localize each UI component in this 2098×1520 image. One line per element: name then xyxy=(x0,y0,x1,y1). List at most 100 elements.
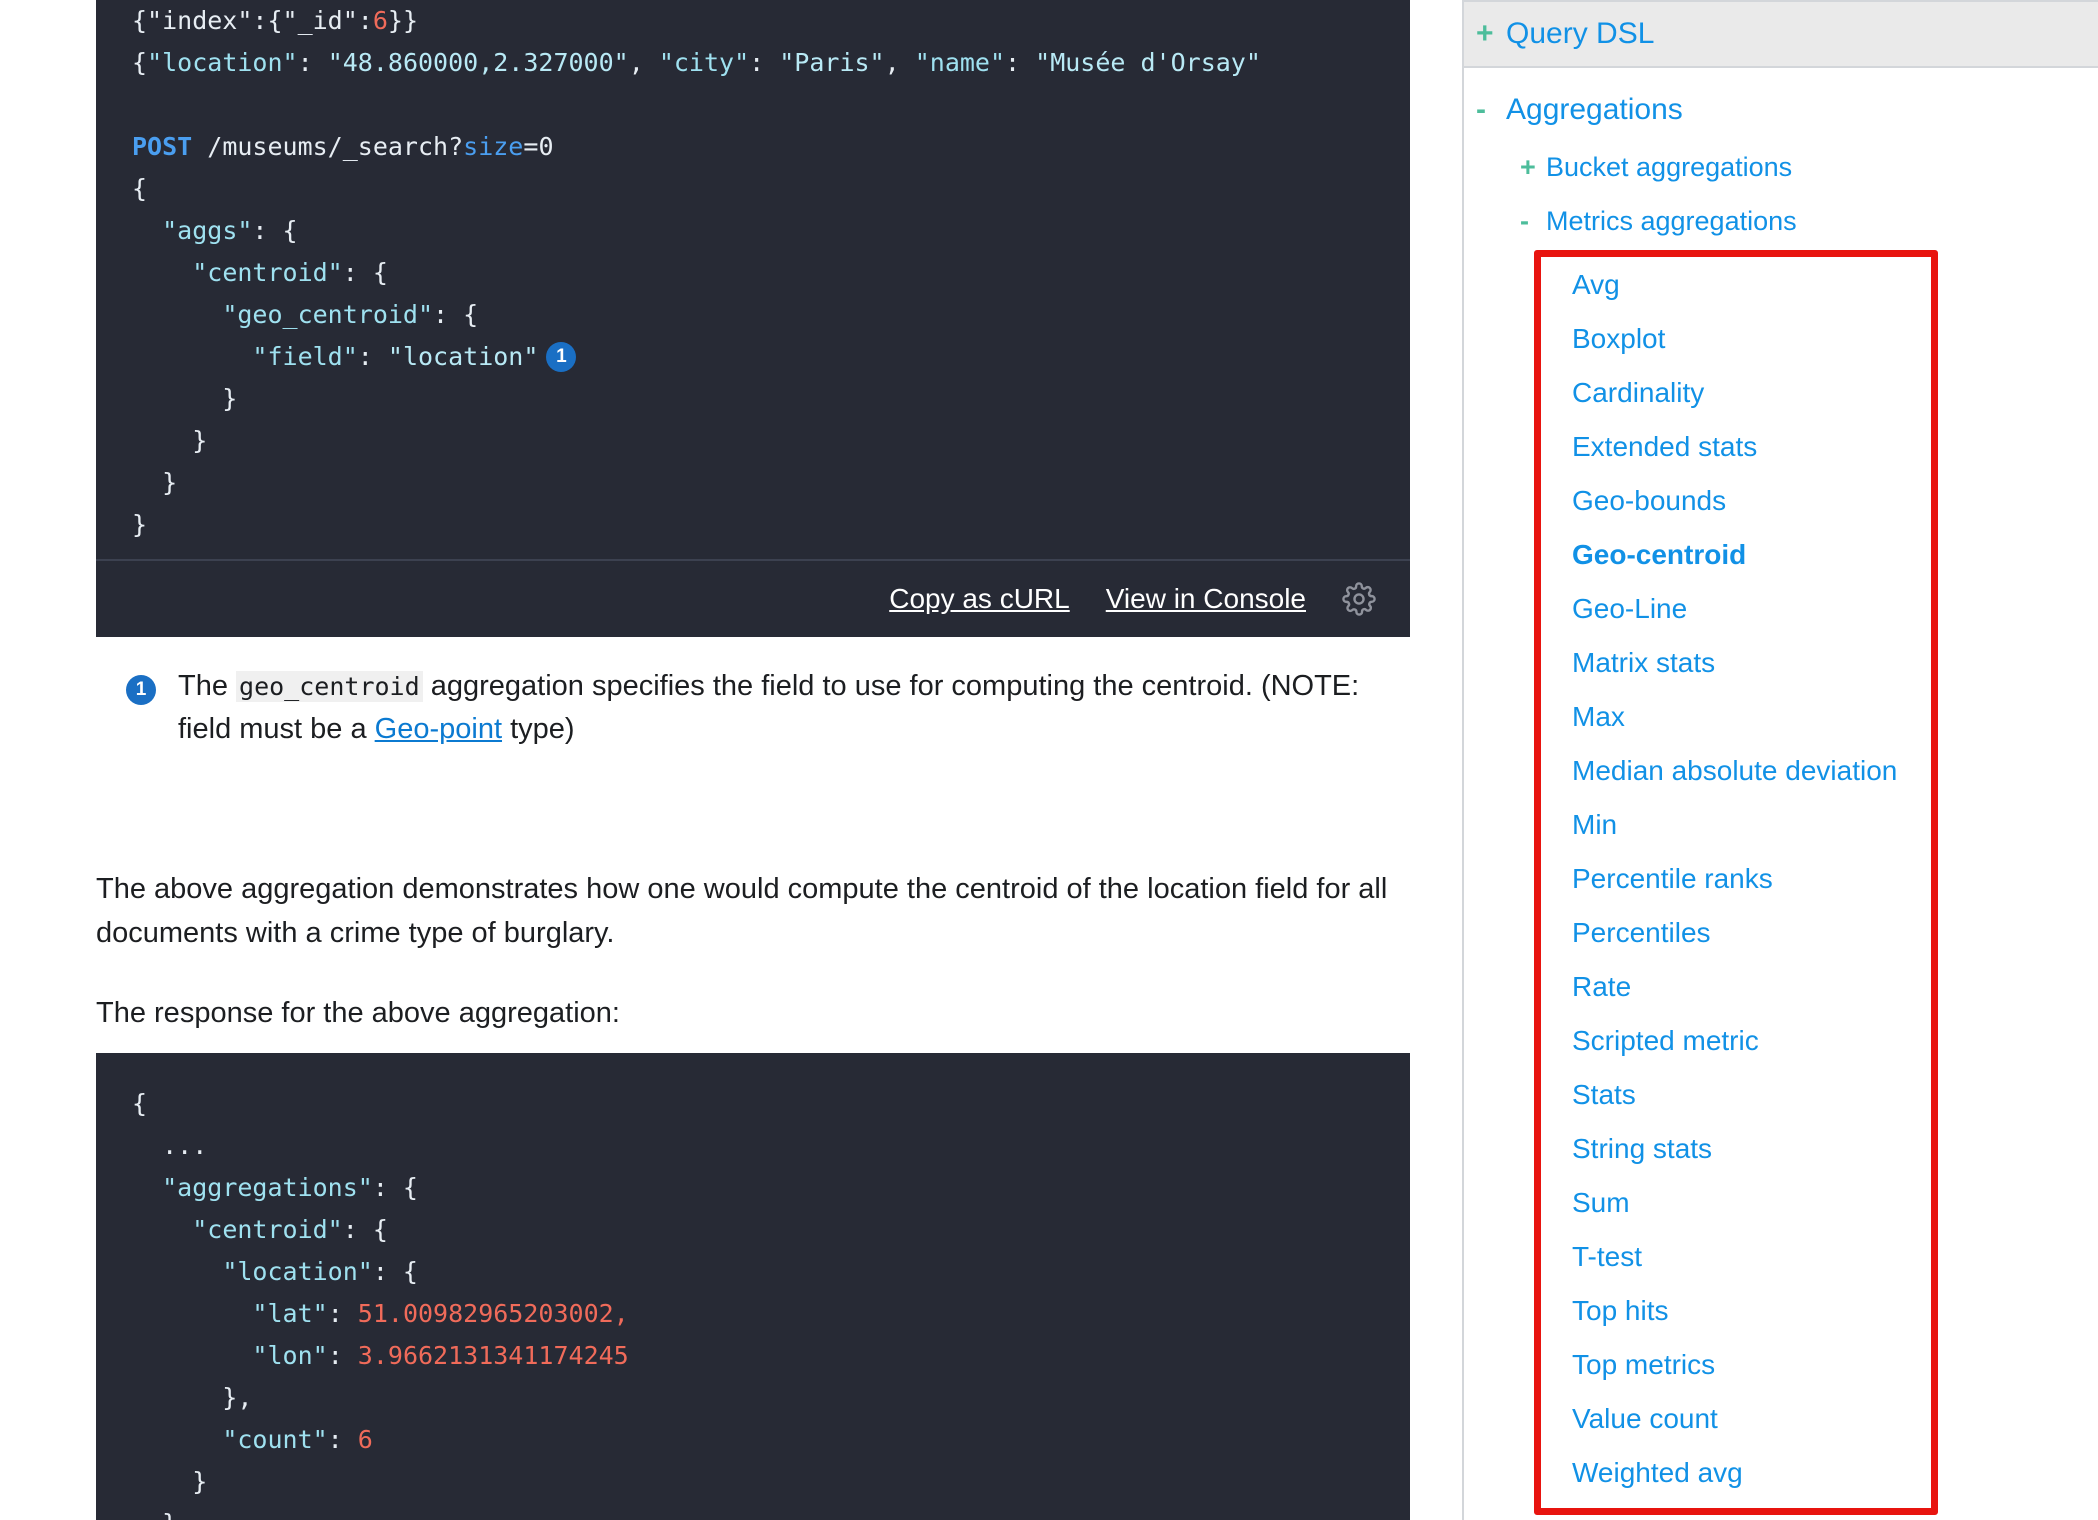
sidebar-label-query-dsl: Query DSL xyxy=(1506,19,1654,49)
code-token: : { xyxy=(252,216,297,245)
code-line: ... xyxy=(132,1125,1410,1167)
callout-inline-code: geo_centroid xyxy=(236,671,423,702)
collapse-minus-icon[interactable]: - xyxy=(1476,95,1506,125)
code-token: "aggs" xyxy=(162,216,252,245)
code-line: } xyxy=(132,378,1410,420)
request-code-text[interactable]: {"index":{"_id":6}}{"location": "48.8600… xyxy=(132,0,1410,546)
code-line: } xyxy=(132,462,1410,504)
code-token: : xyxy=(328,1341,358,1370)
code-token: { xyxy=(132,48,147,77)
metrics-item-geo-line[interactable]: Geo-Line xyxy=(1572,582,1992,636)
code-token: }} xyxy=(388,6,418,35)
code-line: } xyxy=(132,504,1410,546)
metrics-item-top-hits[interactable]: Top hits xyxy=(1572,1284,1992,1338)
request-code-block: {"index":{"_id":6}}{"location": "48.8600… xyxy=(96,0,1410,637)
sidebar-label-bucket-aggregations: Bucket aggregations xyxy=(1546,154,1792,181)
code-token: 6 xyxy=(358,1425,373,1454)
code-token: "field" xyxy=(252,342,357,371)
documentation-page: {"index":{"_id":6}}{"location": "48.8600… xyxy=(0,0,2098,1520)
code-line: "centroid": { xyxy=(132,1209,1410,1251)
metrics-item-top-metrics[interactable]: Top metrics xyxy=(1572,1338,1992,1392)
expand-plus-icon[interactable]: + xyxy=(1520,154,1546,181)
code-token xyxy=(132,1257,222,1286)
metrics-item-value-count[interactable]: Value count xyxy=(1572,1392,1992,1446)
callout-note-text: The geo_centroid aggregation specifies t… xyxy=(178,665,1406,750)
code-token: 6 xyxy=(373,6,388,35)
code-line: }, xyxy=(132,1377,1410,1419)
code-token: : xyxy=(358,342,388,371)
code-line: "lat": 51.00982965203002, xyxy=(132,1293,1410,1335)
metrics-item-extended-stats[interactable]: Extended stats xyxy=(1572,420,1992,474)
metrics-item-percentile-ranks[interactable]: Percentile ranks xyxy=(1572,852,1992,906)
code-token: "Musée d'Orsay" xyxy=(1035,48,1261,77)
code-token: {"index":{"_id": xyxy=(132,6,373,35)
code-token: 3.9662131341174245 xyxy=(358,1341,629,1370)
code-line: { xyxy=(132,168,1410,210)
code-token: "centroid" xyxy=(192,258,343,287)
metrics-item-matrix-stats[interactable]: Matrix stats xyxy=(1572,636,1992,690)
code-token: : { xyxy=(373,1173,418,1202)
code-line: { xyxy=(132,1083,1410,1125)
metrics-item-max[interactable]: Max xyxy=(1572,690,1992,744)
code-callout-badge: 1 xyxy=(546,342,576,372)
metrics-item-stats[interactable]: Stats xyxy=(1572,1068,1992,1122)
response-code-text[interactable]: { ... "aggregations": { "centroid": { "l… xyxy=(132,1083,1410,1520)
metrics-item-cardinality[interactable]: Cardinality xyxy=(1572,366,1992,420)
code-token: : { xyxy=(433,300,478,329)
code-token: "city" xyxy=(659,48,749,77)
metrics-item-median-absolute-deviation[interactable]: Median absolute deviation xyxy=(1572,744,1992,798)
code-line: "count": 6 xyxy=(132,1419,1410,1461)
code-token: : xyxy=(328,1299,358,1328)
code-token xyxy=(132,300,222,329)
metrics-item-avg[interactable]: Avg xyxy=(1572,258,1992,312)
metrics-item-string-stats[interactable]: String stats xyxy=(1572,1122,1992,1176)
sidebar-item-query-dsl[interactable]: + Query DSL xyxy=(1464,0,2098,68)
sidebar-label-metrics-aggregations: Metrics aggregations xyxy=(1546,208,1797,235)
code-token xyxy=(132,1425,222,1454)
code-token xyxy=(132,1215,192,1244)
sidebar-item-aggregations[interactable]: - Aggregations xyxy=(1476,95,1683,125)
code-token: 51.00982965203002 xyxy=(358,1299,614,1328)
code-token: } xyxy=(132,1509,177,1520)
collapse-minus-icon[interactable]: - xyxy=(1520,208,1546,235)
code-token: "name" xyxy=(915,48,1005,77)
code-line: POST /museums/_search?size=0 xyxy=(132,126,1410,168)
code-token: { xyxy=(132,1089,147,1118)
code-token xyxy=(132,216,162,245)
code-line xyxy=(132,84,1410,126)
code-token: size xyxy=(463,132,523,161)
metrics-item-rate[interactable]: Rate xyxy=(1572,960,1992,1014)
code-token: : { xyxy=(343,258,388,287)
expand-plus-icon[interactable]: + xyxy=(1476,19,1506,49)
sidebar-navigation: + Query DSL - Aggregations + Bucket aggr… xyxy=(1462,0,2098,1520)
sidebar-item-metrics-aggregations[interactable]: - Metrics aggregations xyxy=(1520,208,1797,235)
metrics-item-boxplot[interactable]: Boxplot xyxy=(1572,312,1992,366)
code-line: "field": "location"1 xyxy=(132,336,1410,378)
geo-point-link[interactable]: Geo-point xyxy=(375,713,502,745)
code-block-toolbar: Copy as cURL View in Console xyxy=(96,559,1410,637)
code-token: }, xyxy=(132,1383,252,1412)
metrics-item-geo-centroid[interactable]: Geo-centroid xyxy=(1572,528,1992,582)
code-token: } xyxy=(132,510,147,539)
metrics-item-sum[interactable]: Sum xyxy=(1572,1176,1992,1230)
code-token: { xyxy=(132,174,147,203)
gear-icon[interactable] xyxy=(1342,582,1376,616)
callout-text-after: type) xyxy=(502,713,575,745)
view-in-console-button[interactable]: View in Console xyxy=(1106,583,1306,615)
metrics-item-weighted-avg[interactable]: Weighted avg xyxy=(1572,1446,1992,1500)
request-code-body: {"index":{"_id":6}}{"location": "48.8600… xyxy=(96,0,1410,546)
metrics-item-geo-bounds[interactable]: Geo-bounds xyxy=(1572,474,1992,528)
metrics-item-t-test[interactable]: T-test xyxy=(1572,1230,1992,1284)
code-token: "location" xyxy=(147,48,298,77)
sidebar-item-bucket-aggregations[interactable]: + Bucket aggregations xyxy=(1520,154,1792,181)
code-token: : xyxy=(749,48,779,77)
code-token: "location" xyxy=(388,342,539,371)
code-token xyxy=(132,1299,252,1328)
code-token: "aggregations" xyxy=(162,1173,373,1202)
copy-as-curl-button[interactable]: Copy as cURL xyxy=(889,583,1070,615)
code-line: } xyxy=(132,1461,1410,1503)
metrics-item-scripted-metric[interactable]: Scripted metric xyxy=(1572,1014,1992,1068)
metrics-item-min[interactable]: Min xyxy=(1572,798,1992,852)
code-line: "centroid": { xyxy=(132,252,1410,294)
metrics-item-percentiles[interactable]: Percentiles xyxy=(1572,906,1992,960)
